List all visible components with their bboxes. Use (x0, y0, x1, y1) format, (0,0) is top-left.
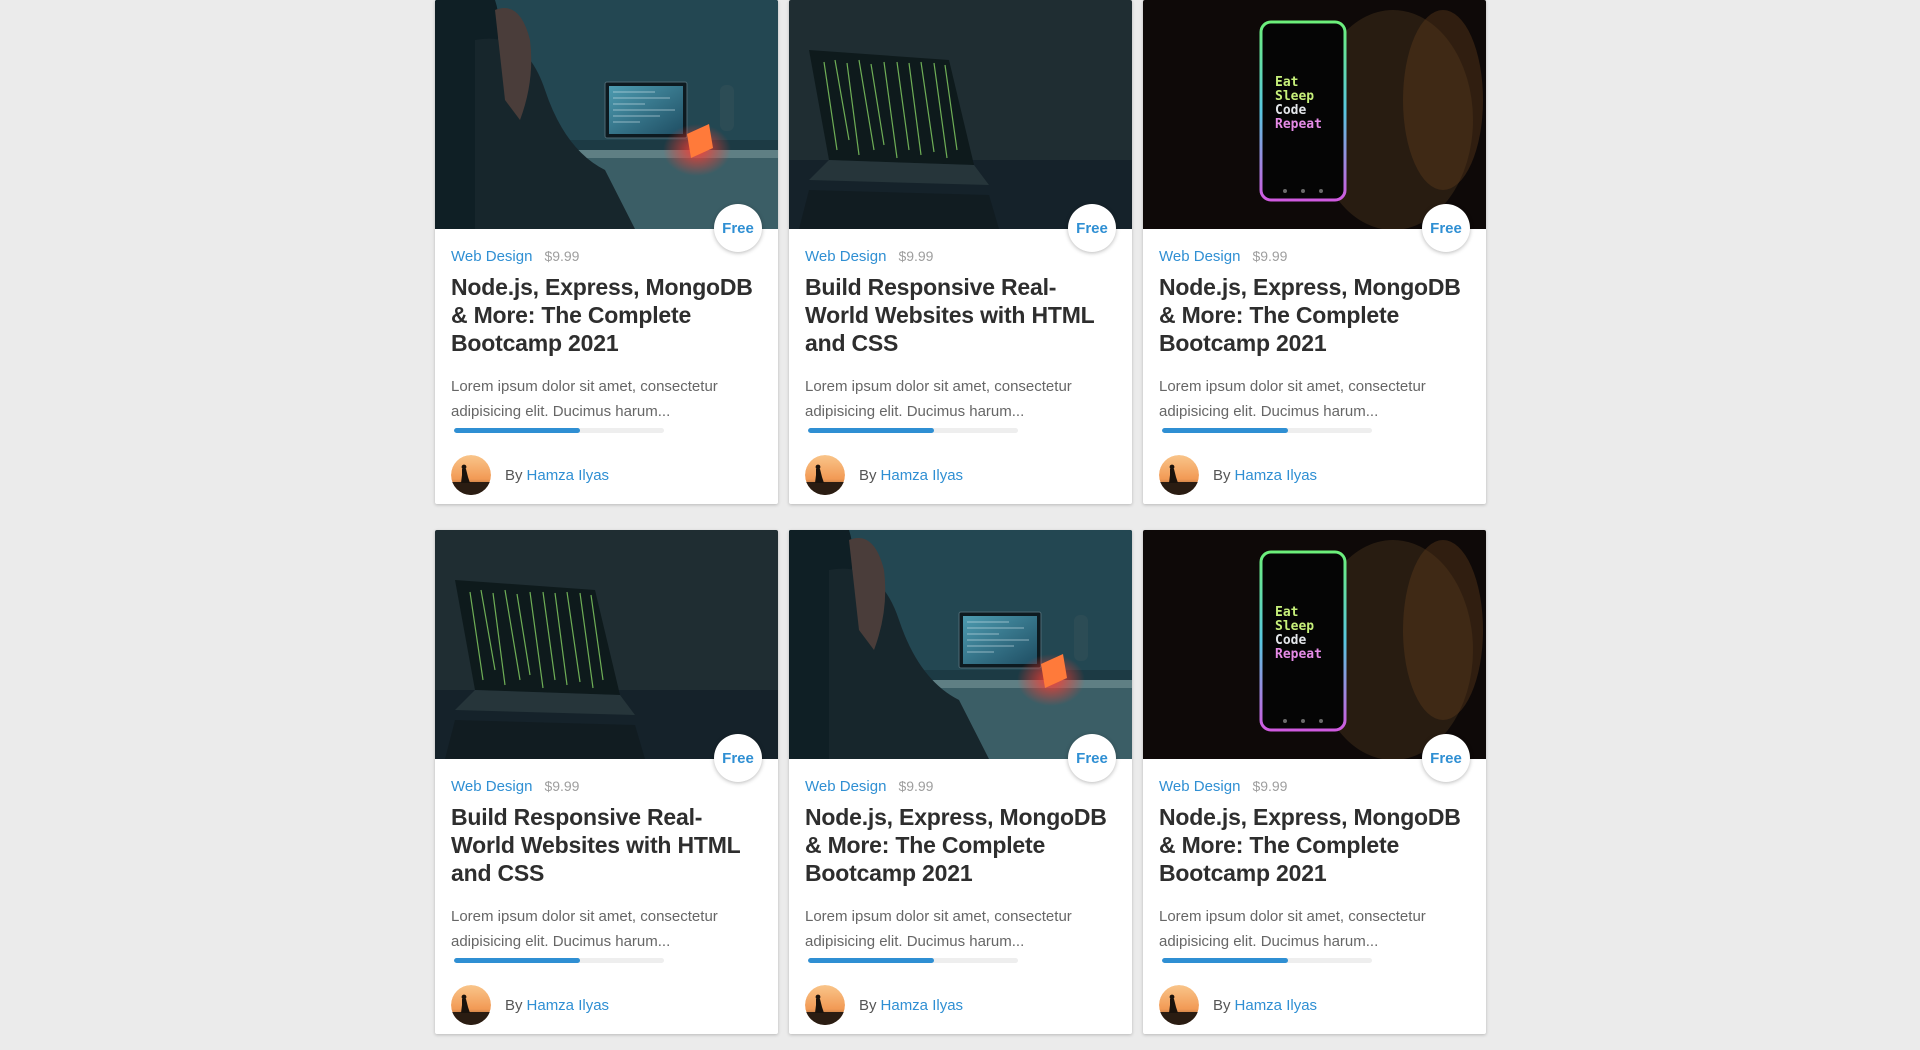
course-description: Lorem ipsum dolor sit amet, consectetur … (805, 908, 1072, 950)
free-badge: Free (714, 734, 762, 782)
by-label: By (859, 466, 877, 484)
course-progress-bar (454, 428, 664, 433)
course-progress-bar (808, 958, 1018, 963)
svg-text:Code: Code (1275, 633, 1306, 648)
free-badge: Free (1422, 734, 1470, 782)
svg-text:Eat: Eat (1275, 605, 1298, 620)
course-grid: Free Web Design $9.99 Node.js, Express, … (435, 0, 1486, 1034)
course-progress-fill (1162, 428, 1288, 433)
course-title[interactable]: Node.js, Express, MongoDB & More: The Co… (1159, 803, 1470, 887)
course-title[interactable]: Build Responsive Real-World Websites wit… (451, 803, 762, 887)
course-price: $9.99 (544, 778, 580, 794)
laptop-code-matrix-photo[interactable] (435, 530, 778, 759)
svg-text:Code: Code (1275, 103, 1306, 118)
course-title[interactable]: Node.js, Express, MongoDB & More: The Co… (451, 273, 762, 357)
course-price: $9.99 (544, 248, 580, 264)
course-category-link[interactable]: Web Design (1159, 248, 1240, 265)
svg-text:Eat: Eat (1275, 75, 1298, 90)
course-progress-bar (1162, 958, 1372, 963)
course-card[interactable]: Free Web Design $9.99 Node.js, Express, … (789, 530, 1132, 1034)
author-name-link[interactable]: Hamza Ilyas (1235, 997, 1318, 1014)
course-category-link[interactable]: Web Design (1159, 778, 1240, 795)
author-name-link[interactable]: Hamza Ilyas (881, 467, 964, 484)
free-badge: Free (1422, 204, 1470, 252)
by-label: By (1213, 466, 1231, 484)
phone-eat-sleep-code-photo[interactable]: Eat Sleep Code Repeat (1143, 530, 1486, 759)
woman-at-laptop-photo[interactable] (435, 0, 778, 229)
course-description: Lorem ipsum dolor sit amet, consectetur … (805, 378, 1072, 420)
course-price: $9.99 (1252, 778, 1288, 794)
course-price: $9.99 (898, 778, 934, 794)
by-label: By (1213, 996, 1231, 1014)
course-price: $9.99 (898, 248, 934, 264)
author-name-link[interactable]: Hamza Ilyas (1235, 467, 1318, 484)
course-progress-fill (454, 428, 580, 433)
course-progress-fill (454, 958, 580, 963)
svg-text:Repeat: Repeat (1275, 647, 1322, 662)
svg-text:Sleep: Sleep (1275, 619, 1314, 634)
svg-text:Sleep: Sleep (1275, 89, 1314, 104)
course-progress-fill (1162, 958, 1288, 963)
by-label: By (505, 996, 523, 1014)
course-description: Lorem ipsum dolor sit amet, consectetur … (1159, 908, 1426, 950)
by-label: By (859, 996, 877, 1014)
course-progress-bar (808, 428, 1018, 433)
author-avatar[interactable] (805, 455, 845, 495)
free-badge: Free (1068, 204, 1116, 252)
course-price: $9.99 (1252, 248, 1288, 264)
course-card[interactable]: Eat Sleep Code Repeat Free Web Design $9… (1143, 0, 1486, 504)
author-name-link[interactable]: Hamza Ilyas (527, 997, 610, 1014)
free-badge: Free (1068, 734, 1116, 782)
by-label: By (505, 466, 523, 484)
course-category-link[interactable]: Web Design (805, 248, 886, 265)
course-card[interactable]: Free Web Design $9.99 Build Responsive R… (789, 0, 1132, 504)
course-card[interactable]: Eat Sleep Code Repeat Free Web Design $9… (1143, 530, 1486, 1034)
free-badge: Free (714, 204, 762, 252)
author-avatar[interactable] (451, 985, 491, 1025)
course-category-link[interactable]: Web Design (451, 248, 532, 265)
course-progress-bar (454, 958, 664, 963)
author-avatar[interactable] (805, 985, 845, 1025)
course-progress-bar (1162, 428, 1372, 433)
author-avatar[interactable] (1159, 985, 1199, 1025)
course-category-link[interactable]: Web Design (451, 778, 532, 795)
course-description: Lorem ipsum dolor sit amet, consectetur … (451, 378, 718, 420)
svg-text:Repeat: Repeat (1275, 117, 1322, 132)
course-title[interactable]: Node.js, Express, MongoDB & More: The Co… (1159, 273, 1470, 357)
phone-eat-sleep-code-photo[interactable]: Eat Sleep Code Repeat (1143, 0, 1486, 229)
author-name-link[interactable]: Hamza Ilyas (527, 467, 610, 484)
laptop-code-matrix-photo[interactable] (789, 0, 1132, 229)
course-card[interactable]: Free Web Design $9.99 Node.js, Express, … (435, 0, 778, 504)
course-title[interactable]: Node.js, Express, MongoDB & More: The Co… (805, 803, 1116, 887)
course-description: Lorem ipsum dolor sit amet, consectetur … (1159, 378, 1426, 420)
course-progress-fill (808, 428, 934, 433)
course-description: Lorem ipsum dolor sit amet, consectetur … (451, 908, 718, 950)
course-category-link[interactable]: Web Design (805, 778, 886, 795)
author-avatar[interactable] (1159, 455, 1199, 495)
course-card[interactable]: Free Web Design $9.99 Build Responsive R… (435, 530, 778, 1034)
woman-at-laptop-photo[interactable] (789, 530, 1132, 759)
author-avatar[interactable] (451, 455, 491, 495)
course-title[interactable]: Build Responsive Real-World Websites wit… (805, 273, 1116, 357)
author-name-link[interactable]: Hamza Ilyas (881, 997, 964, 1014)
course-progress-fill (808, 958, 934, 963)
